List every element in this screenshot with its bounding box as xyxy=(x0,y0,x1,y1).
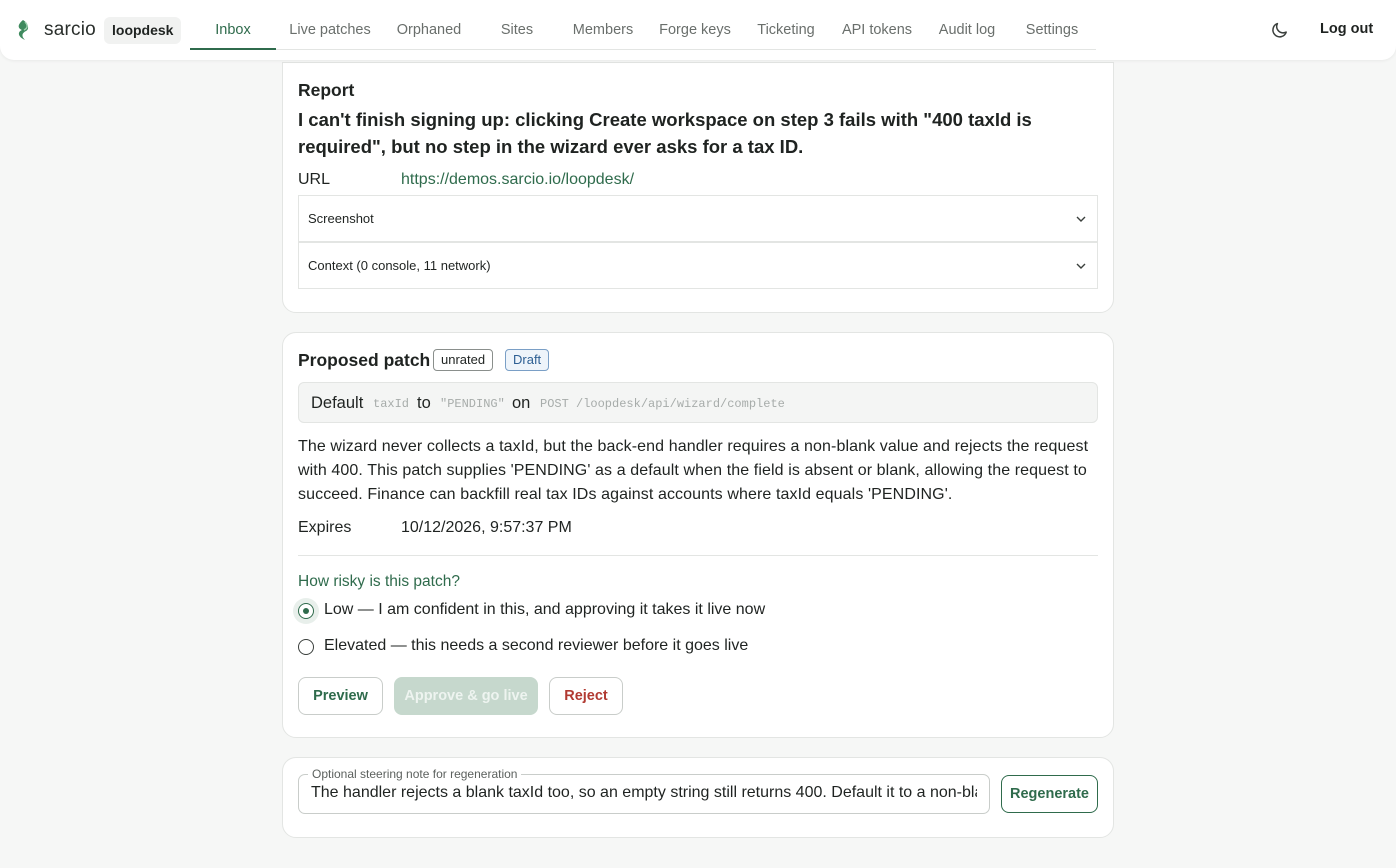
url-label: URL xyxy=(298,171,331,188)
tab-members[interactable]: Members xyxy=(563,0,643,50)
rating-badge: unrated xyxy=(433,349,494,371)
steering-note-field[interactable]: Optional steering note for regeneration xyxy=(298,767,990,814)
tab-orphaned[interactable]: Orphaned xyxy=(387,0,471,50)
summary-field: taxId xyxy=(373,397,410,411)
status-badge: Draft xyxy=(505,349,550,371)
tab-ticketing[interactable]: Ticketing xyxy=(749,0,823,50)
divider xyxy=(298,555,1098,556)
steering-note-input[interactable] xyxy=(311,784,977,802)
logout-button[interactable]: Log out xyxy=(1310,19,1383,39)
context-accordion[interactable]: Context (0 console, 11 network) xyxy=(298,242,1098,289)
tab-settings[interactable]: Settings xyxy=(1016,0,1088,50)
tab-live-patches[interactable]: Live patches xyxy=(279,0,381,50)
tab-forge-keys[interactable]: Forge keys xyxy=(652,0,738,50)
summary-word-on: on xyxy=(512,394,531,412)
approve-button[interactable]: Approve & go live xyxy=(394,677,538,715)
brand-name: sarcio xyxy=(44,19,96,40)
summary-word-default: Default xyxy=(311,394,364,412)
report-url-link[interactable]: https://demos.sarcio.io/loopdesk/ xyxy=(401,171,634,188)
moon-icon[interactable] xyxy=(1270,20,1290,40)
screenshot-accordion-label: Screenshot xyxy=(308,211,374,226)
summary-value: "PENDING" xyxy=(440,397,505,411)
steering-note-legend: Optional steering note for regeneration xyxy=(308,767,522,781)
reject-button[interactable]: Reject xyxy=(549,677,623,715)
patch-heading: Proposed patch xyxy=(298,350,431,370)
regenerate-button[interactable]: Regenerate xyxy=(1001,775,1098,813)
risk-question: How risky is this patch? xyxy=(298,573,460,590)
tab-inbox[interactable]: Inbox xyxy=(190,0,276,50)
risk-elevated-radio[interactable] xyxy=(298,639,314,655)
sarcio-logo-icon xyxy=(18,20,29,40)
regeneration-card: Optional steering note for regeneration … xyxy=(282,757,1114,838)
context-accordion-label: Context (0 console, 11 network) xyxy=(308,258,491,273)
screenshot-accordion[interactable]: Screenshot xyxy=(298,195,1098,242)
risk-low-label: Low — I am confident in this, and approv… xyxy=(324,601,766,618)
report-text: I can't finish signing up: clicking Crea… xyxy=(298,109,1032,157)
risk-elevated-label: Elevated — this needs a second reviewer … xyxy=(324,637,749,654)
tab-sites[interactable]: Sites xyxy=(487,0,547,50)
risk-low-radio[interactable] xyxy=(298,603,314,619)
chevron-down-icon xyxy=(1076,263,1086,269)
patch-summary: Default taxId to "PENDING" on POST /loop… xyxy=(298,382,1098,423)
report-card: Report I can't finish signing up: clicki… xyxy=(282,62,1114,313)
tab-api-tokens[interactable]: API tokens xyxy=(835,0,919,50)
expires-value: 10/12/2026, 9:57:37 PM xyxy=(401,519,572,536)
summary-endpoint: POST /loopdesk/api/wizard/complete xyxy=(540,397,785,411)
workspace-switcher[interactable]: loopdesk xyxy=(104,17,182,44)
expires-label: Expires xyxy=(298,519,352,536)
proposed-patch-card: Proposed patch unrated Draft Default tax… xyxy=(282,332,1114,738)
chevron-down-icon xyxy=(1076,216,1086,222)
top-bar: sarcio loopdesk Inbox Live patches Orpha… xyxy=(0,0,1396,60)
summary-word-to: to xyxy=(417,394,431,412)
tab-audit-log[interactable]: Audit log xyxy=(930,0,1004,50)
report-heading: Report xyxy=(298,80,355,100)
patch-description: The wizard never collects a taxId, but t… xyxy=(298,438,1089,503)
preview-button[interactable]: Preview xyxy=(298,677,383,715)
